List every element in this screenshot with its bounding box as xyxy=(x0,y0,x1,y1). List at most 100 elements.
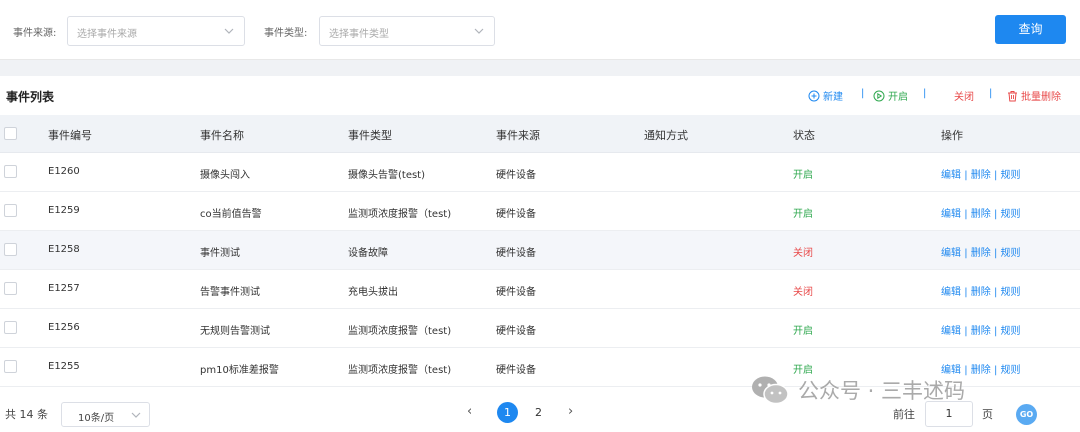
event-source: 硬件设备 xyxy=(496,287,536,298)
rules-link[interactable]: 规则 xyxy=(1001,170,1021,181)
total-count: 共 14 条 xyxy=(5,408,48,421)
enable-button-label: 开启 xyxy=(888,92,908,103)
batch-delete-button-label: 批量删除 xyxy=(1021,92,1061,103)
table-row[interactable]: E1256 无规则告警测试 监测项浓度报警（test) 硬件设备 开启 编辑 |… xyxy=(0,309,1080,348)
action-separator: | xyxy=(964,287,968,298)
next-page-icon[interactable]: › xyxy=(568,404,573,419)
event-name: 摄像头闯入 xyxy=(200,170,250,181)
select-all-checkbox[interactable] xyxy=(4,127,17,140)
delete-link[interactable]: 删除 xyxy=(971,365,991,376)
row-checkbox[interactable] xyxy=(4,282,17,295)
page-number-1[interactable]: 1 xyxy=(497,402,518,423)
page-size-value: 10条/页 xyxy=(78,413,115,424)
enable-button[interactable]: 开启 xyxy=(873,88,908,103)
status-badge: 关闭 xyxy=(793,248,813,259)
event-source: 硬件设备 xyxy=(496,326,536,337)
delete-link[interactable]: 删除 xyxy=(971,248,991,259)
query-button[interactable]: 查询 xyxy=(995,15,1066,44)
status-badge: 开启 xyxy=(793,170,813,181)
table-row[interactable]: E1257 告警事件测试 充电头拔出 硬件设备 关闭 编辑 | 删除 | 规则 xyxy=(0,270,1080,309)
event-id: E1257 xyxy=(48,283,80,294)
table-row[interactable]: E1259 co当前值告警 监测项浓度报警（test) 硬件设备 开启 编辑 |… xyxy=(0,192,1080,231)
delete-link[interactable]: 删除 xyxy=(971,170,991,181)
event-name: 事件测试 xyxy=(200,248,240,259)
status-badge: 开启 xyxy=(793,365,813,376)
edit-link[interactable]: 编辑 xyxy=(941,170,961,181)
rules-link[interactable]: 规则 xyxy=(1001,287,1021,298)
disable-button-label: 关闭 xyxy=(954,92,974,103)
status-badge: 关闭 xyxy=(793,287,813,298)
event-type: 设备故障 xyxy=(348,248,388,259)
row-actions: 编辑 | 删除 | 规则 xyxy=(941,361,1021,376)
row-actions: 编辑 | 删除 | 规则 xyxy=(941,322,1021,337)
go-button[interactable]: GO xyxy=(1016,404,1037,425)
action-separator: | xyxy=(993,209,998,220)
event-name: 无规则告警测试 xyxy=(200,326,270,337)
action-separator: | xyxy=(993,365,998,376)
play-circle-icon xyxy=(873,90,885,101)
row-checkbox[interactable] xyxy=(4,243,17,256)
event-source: 硬件设备 xyxy=(496,248,536,259)
column-header-type[interactable]: 事件类型 xyxy=(348,127,392,143)
event-id: E1259 xyxy=(48,205,80,216)
event-type-select[interactable]: 选择事件类型 xyxy=(319,16,495,46)
trash-icon xyxy=(1008,90,1017,101)
action-separator: | xyxy=(993,170,998,181)
column-header-status[interactable]: 状态 xyxy=(793,127,815,143)
edit-link[interactable]: 编辑 xyxy=(941,287,961,298)
goto-suffix: 页 xyxy=(982,408,993,421)
event-source-select[interactable]: 选择事件来源 xyxy=(67,16,245,46)
watermark: 公众号 · 三丰述码 xyxy=(750,375,965,405)
edit-link[interactable]: 编辑 xyxy=(941,248,961,259)
disable-button[interactable]: 关闭 xyxy=(954,88,974,103)
event-name: 告警事件测试 xyxy=(200,287,260,298)
event-name: co当前值告警 xyxy=(200,209,262,220)
event-source-label: 事件来源: xyxy=(13,28,57,39)
batch-delete-button[interactable]: 批量删除 xyxy=(1007,88,1061,103)
prev-page-icon[interactable]: ‹ xyxy=(467,404,472,419)
goto-prefix: 前往 xyxy=(893,408,915,421)
toolbar-separator: | xyxy=(989,88,993,99)
rules-link[interactable]: 规则 xyxy=(1001,326,1021,337)
plus-circle-icon xyxy=(808,90,820,101)
column-header-id[interactable]: 事件编号 xyxy=(48,127,92,143)
toolbar-separator: | xyxy=(861,88,865,99)
event-id: E1255 xyxy=(48,361,80,372)
event-type-label: 事件类型: xyxy=(264,28,308,39)
delete-link[interactable]: 删除 xyxy=(971,326,991,337)
filter-bar: 事件来源: 选择事件来源 事件类型: 选择事件类型 查询 xyxy=(0,0,1080,60)
table-row[interactable]: E1258 事件测试 设备故障 硬件设备 关闭 编辑 | 删除 | 规则 xyxy=(0,231,1080,270)
table-row[interactable]: E1260 摄像头闯入 摄像头告警(test) 硬件设备 开启 编辑 | 删除 … xyxy=(0,153,1080,192)
row-checkbox[interactable] xyxy=(4,321,17,334)
event-id: E1258 xyxy=(48,244,80,255)
rules-link[interactable]: 规则 xyxy=(1001,365,1021,376)
action-separator: | xyxy=(993,287,998,298)
panel-title: 事件列表 xyxy=(6,90,55,104)
event-type: 摄像头告警(test) xyxy=(348,170,426,181)
row-checkbox[interactable] xyxy=(4,204,17,217)
row-checkbox[interactable] xyxy=(4,165,17,178)
event-source: 硬件设备 xyxy=(496,365,536,376)
row-checkbox[interactable] xyxy=(4,360,17,373)
event-type: 监测项浓度报警（test) xyxy=(348,209,452,220)
edit-link[interactable]: 编辑 xyxy=(941,326,961,337)
row-actions: 编辑 | 删除 | 规则 xyxy=(941,166,1021,181)
page-size-select[interactable]: 10条/页 xyxy=(61,402,150,427)
event-id: E1260 xyxy=(48,166,80,177)
event-source: 硬件设备 xyxy=(496,170,536,181)
delete-link[interactable]: 删除 xyxy=(971,287,991,298)
row-actions: 编辑 | 删除 | 规则 xyxy=(941,205,1021,220)
page-number-2[interactable]: 2 xyxy=(528,402,549,423)
column-header-notify[interactable]: 通知方式 xyxy=(644,127,688,143)
new-button[interactable]: 新建 xyxy=(808,88,843,103)
rules-link[interactable]: 规则 xyxy=(1001,248,1021,259)
row-actions: 编辑 | 删除 | 规则 xyxy=(941,244,1021,259)
column-header-name[interactable]: 事件名称 xyxy=(200,127,244,143)
delete-link[interactable]: 删除 xyxy=(971,209,991,220)
status-badge: 开启 xyxy=(793,326,813,337)
rules-link[interactable]: 规则 xyxy=(1001,209,1021,220)
column-header-source[interactable]: 事件来源 xyxy=(496,127,540,143)
edit-link[interactable]: 编辑 xyxy=(941,209,961,220)
event-source-placeholder: 选择事件来源 xyxy=(77,29,137,40)
wechat-icon xyxy=(752,376,789,405)
